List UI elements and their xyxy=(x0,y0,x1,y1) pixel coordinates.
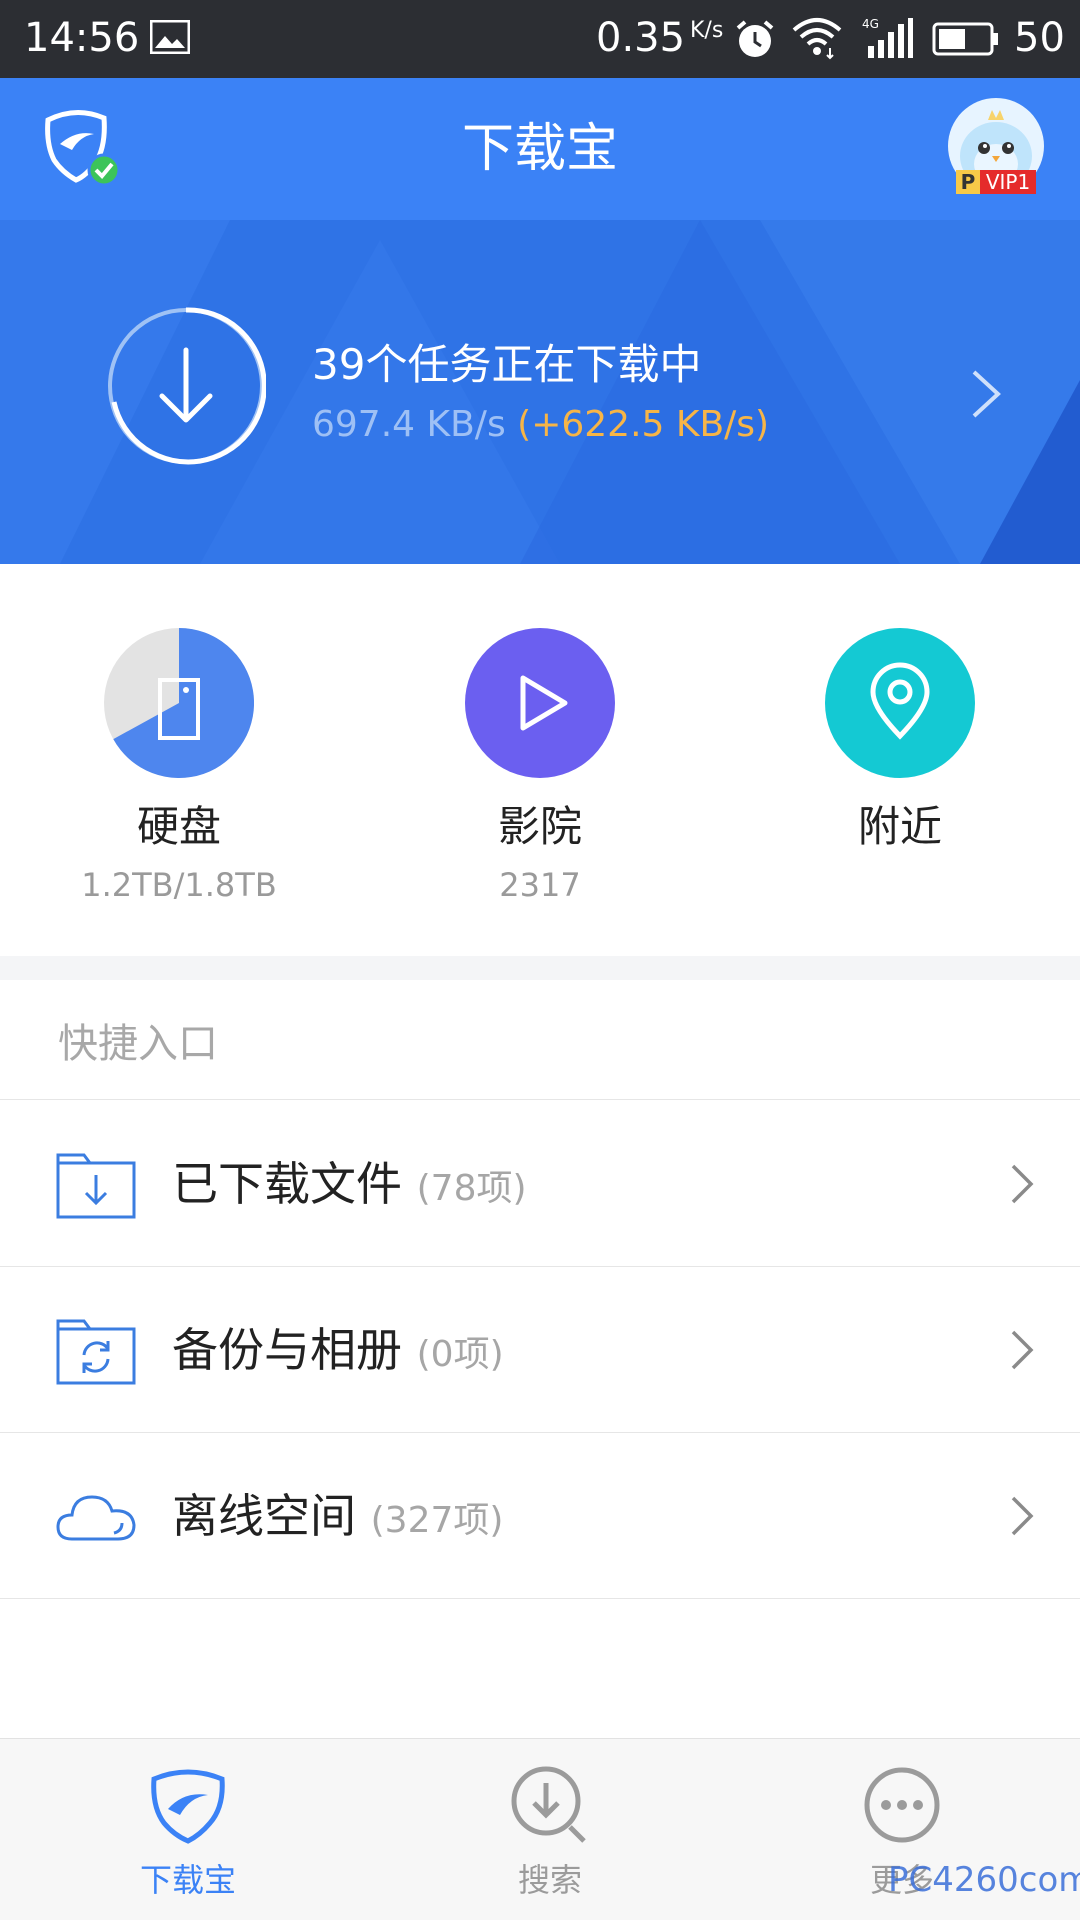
chevron-right-icon xyxy=(1011,1496,1034,1536)
feature-disk-usage: 1.2TB/1.8TB xyxy=(81,866,277,904)
list-item-count: (78项) xyxy=(416,1168,527,1209)
app-header: 下载宝 P VIP1 xyxy=(0,78,1080,220)
watermark: PC4260com xyxy=(888,1860,1080,1900)
feature-nearby-label: 附近 xyxy=(857,802,942,851)
alarm-icon xyxy=(736,20,774,57)
vip-level-badge: VIP1 xyxy=(980,170,1036,194)
more-icon xyxy=(864,1767,940,1843)
network-speed: 0.35 xyxy=(596,15,686,61)
download-speed-value: 697.4 KB/s xyxy=(312,404,506,445)
list-item-backup-album[interactable]: 备份与相册 (0项) xyxy=(0,1267,1080,1433)
list-item-label: 已下载文件 xyxy=(172,1157,402,1211)
play-icon xyxy=(465,628,615,778)
download-task-count: 39个任务正在下载中 xyxy=(312,340,702,389)
feature-cinema-count: 2317 xyxy=(499,866,581,904)
status-time: 14:56 xyxy=(24,15,140,61)
feature-grid: 硬盘 1.2TB/1.8TB 影院 2317 附近 xyxy=(0,564,1080,956)
feature-disk-label: 硬盘 xyxy=(136,802,221,851)
feature-nearby[interactable]: 附近 xyxy=(770,628,1030,928)
quick-entry-header: 快捷入口 xyxy=(0,980,1080,1100)
network-speed-unit: K/s xyxy=(690,18,724,43)
download-speed: 697.4 KB/s (+622.5 KB/s) xyxy=(312,402,769,448)
download-status-banner[interactable]: 39个任务正在下载中 697.4 KB/s (+622.5 KB/s) xyxy=(0,220,1080,564)
battery-icon xyxy=(932,22,998,56)
nav-label: 下载宝 xyxy=(139,1861,236,1899)
backup-folder-icon xyxy=(56,1319,136,1385)
wifi-icon xyxy=(792,18,842,60)
image-icon xyxy=(150,20,190,54)
list-item-label: 备份与相册 xyxy=(172,1323,402,1377)
chevron-right-icon xyxy=(972,370,1001,418)
disk-icon xyxy=(104,628,254,778)
signal-4g-icon: 4G xyxy=(862,17,913,58)
list-item-downloaded-files[interactable]: 已下载文件 (78项) xyxy=(0,1101,1080,1267)
list-item-count: (327项) xyxy=(370,1500,504,1541)
list-item-offline-space[interactable]: 离线空间 (327项) xyxy=(0,1433,1080,1599)
feature-cinema-label: 影院 xyxy=(497,802,582,851)
status-bar: 14:56 0.35 K/s 4G 50 xyxy=(0,0,1080,78)
shield-icon xyxy=(151,1769,225,1844)
location-icon xyxy=(825,628,975,778)
chevron-right-icon xyxy=(1011,1330,1034,1370)
nav-item-download-bao[interactable]: 下载宝 xyxy=(58,1739,318,1920)
list-item-count: (0项) xyxy=(416,1334,504,1375)
feature-cinema[interactable]: 影院 2317 xyxy=(410,628,670,928)
section-divider xyxy=(0,956,1080,980)
download-speed-boost: (+622.5 KB/s) xyxy=(517,404,770,445)
quick-entry-title: 快捷入口 xyxy=(58,1021,218,1067)
download-progress-ring xyxy=(108,307,266,465)
chevron-right-icon xyxy=(1011,1164,1034,1204)
list-item-label: 离线空间 xyxy=(172,1489,356,1543)
feature-disk[interactable]: 硬盘 1.2TB/1.8TB xyxy=(49,628,309,928)
battery-level: 50 xyxy=(1014,15,1065,61)
cloud-icon xyxy=(56,1495,136,1541)
vip-p-badge: P xyxy=(956,170,980,194)
download-folder-icon xyxy=(56,1153,136,1219)
nav-label: 搜索 xyxy=(517,1861,582,1899)
search-download-icon xyxy=(511,1766,586,1843)
svg-text:4G: 4G xyxy=(862,17,879,31)
nav-item-search[interactable]: 搜索 xyxy=(420,1739,680,1920)
page-title: 下载宝 xyxy=(461,119,618,179)
